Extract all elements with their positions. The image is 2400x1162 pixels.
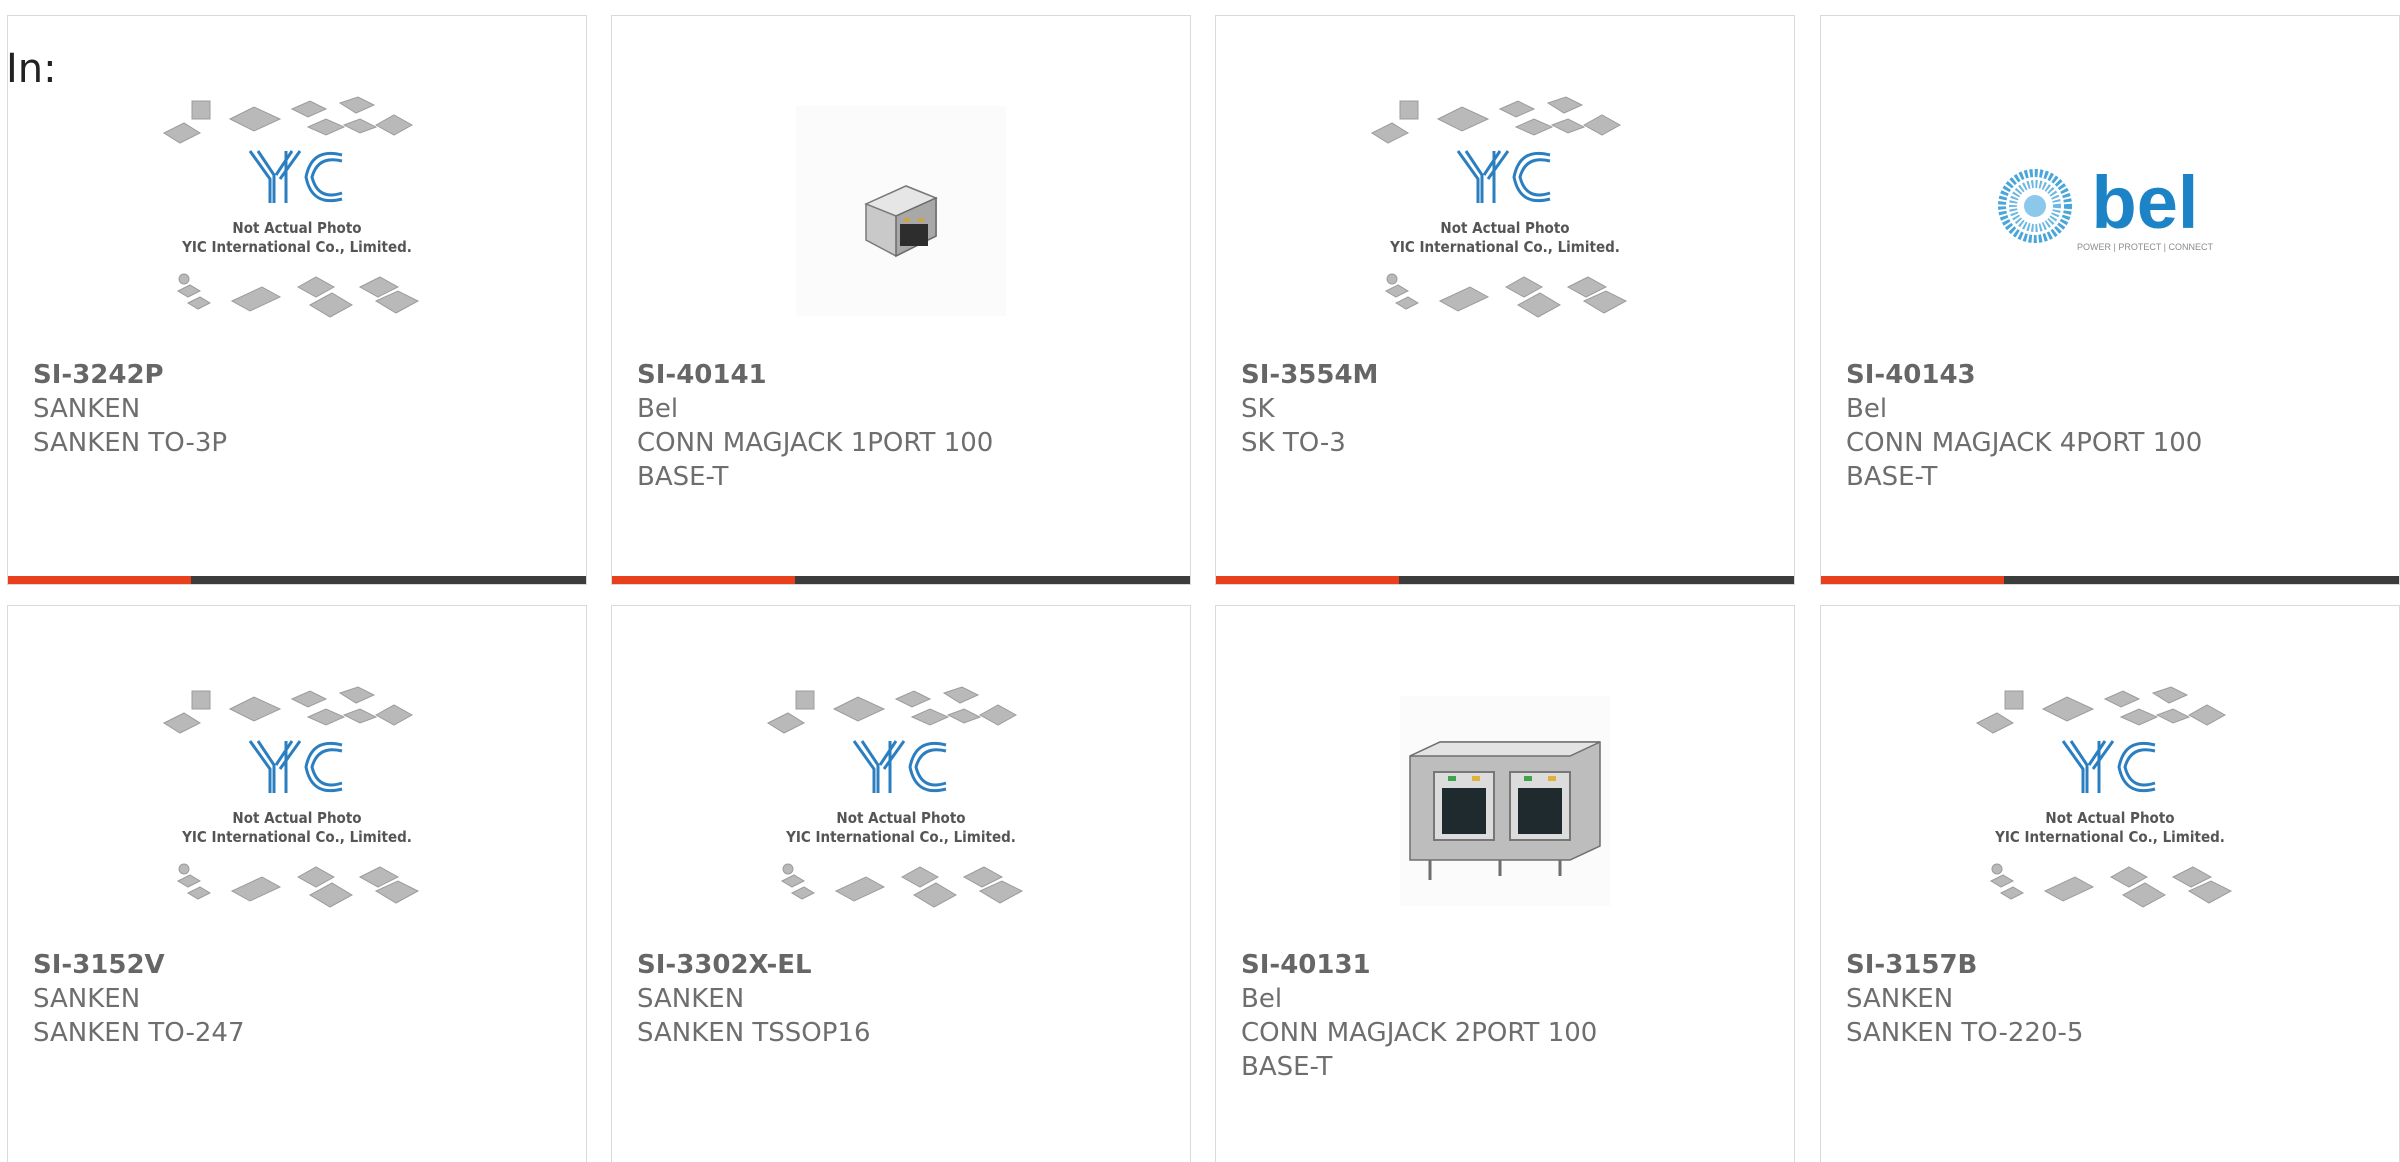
part-number[interactable]: SI-3302X-EL <box>637 948 1157 982</box>
manufacturer: SANKEN <box>33 984 141 1014</box>
product-description: SANKEN TO-247 <box>33 1018 245 1048</box>
placeholder-line1: Not Actual Photo <box>232 809 361 827</box>
card-bottom-bar <box>8 576 586 584</box>
yic-placeholder-icon: Not Actual Photo YIC International Co., … <box>1975 686 2233 908</box>
magjack-2port-photo-icon <box>1400 696 1610 906</box>
product-card[interactable]: Not Actual Photo YIC International Co., … <box>1215 15 1795 585</box>
product-image-magjack-1port[interactable] <box>612 56 1190 366</box>
placeholder-line1: Not Actual Photo <box>232 219 361 237</box>
placeholder-line1: Not Actual Photo <box>2045 809 2174 827</box>
product-info: SI-3152V SANKEN SANKEN TO-247 <box>33 948 553 1050</box>
product-card[interactable]: Not Actual Photo YIC International Co., … <box>611 605 1191 1162</box>
manufacturer: SANKEN <box>1846 984 1954 1014</box>
card-bottom-bar <box>1821 576 2399 584</box>
bel-logo-icon: bel POWER | PROTECT | CONNECT <box>1998 161 2214 252</box>
card-accent-bar <box>1216 576 1399 584</box>
product-info: SI-40131 Bel CONN MAGJACK 2PORT 100 BASE… <box>1241 948 1761 1084</box>
product-description: SANKEN TO-220-5 <box>1846 1018 2084 1048</box>
product-card[interactable]: bel POWER | PROTECT | CONNECT SI-40143 B… <box>1820 15 2400 585</box>
manufacturer: SK <box>1241 394 1275 424</box>
placeholder-line2: YIC International Co., Limited. <box>785 828 1016 846</box>
part-number[interactable]: SI-3242P <box>33 358 553 392</box>
product-image-yic-placeholder[interactable]: Not Actual Photo YIC International Co., … <box>8 646 586 956</box>
manufacturer: Bel <box>1241 984 1283 1014</box>
product-image-magjack-2port[interactable] <box>1216 646 1794 956</box>
product-info: SI-40143 Bel CONN MAGJACK 4PORT 100 BASE… <box>1846 358 2366 494</box>
product-card[interactable]: SI-40141 Bel CONN MAGJACK 1PORT 100 BASE… <box>611 15 1191 585</box>
card-bottom-bar <box>612 576 1190 584</box>
product-description: CONN MAGJACK 2PORT 100 BASE-T <box>1241 1018 1598 1082</box>
part-number[interactable]: SI-40141 <box>637 358 1157 392</box>
page: In: Not Actual Photo YIC International C… <box>0 0 2400 1162</box>
placeholder-line2: YIC International Co., Limited. <box>1994 828 2225 846</box>
placeholder-line1: Not Actual Photo <box>1440 219 1569 237</box>
product-image-bel-logo[interactable]: bel POWER | PROTECT | CONNECT <box>1821 56 2399 366</box>
card-accent-bar <box>1821 576 2004 584</box>
yic-placeholder-icon: Not Actual Photo YIC International Co., … <box>1370 96 1628 318</box>
card-accent-bar <box>612 576 795 584</box>
bel-tagline: POWER | PROTECT | CONNECT <box>2077 242 2214 252</box>
manufacturer: Bel <box>1846 394 1888 424</box>
product-card[interactable]: Not Actual Photo YIC International Co., … <box>1820 605 2400 1162</box>
product-info: SI-3242P SANKEN SANKEN TO-3P <box>33 358 553 460</box>
product-image-yic-placeholder[interactable]: Not Actual Photo YIC International Co., … <box>1821 646 2399 956</box>
magjack-1port-photo-icon <box>796 106 1006 316</box>
product-description: SANKEN TSSOP16 <box>637 1018 871 1048</box>
product-description: SK TO-3 <box>1241 428 1346 458</box>
product-description: CONN MAGJACK 4PORT 100 BASE-T <box>1846 428 2203 492</box>
part-number[interactable]: SI-3554M <box>1241 358 1761 392</box>
product-grid: Not Actual Photo YIC International Co., … <box>0 0 2400 1162</box>
product-image-yic-placeholder[interactable]: Not Actual Photo YIC International Co., … <box>8 56 586 366</box>
placeholder-line2: YIC International Co., Limited. <box>181 238 412 256</box>
yic-placeholder-icon: Not Actual Photo YIC International Co., … <box>162 96 420 318</box>
product-info: SI-40141 Bel CONN MAGJACK 1PORT 100 BASE… <box>637 358 1157 494</box>
product-description: SANKEN TO-3P <box>33 428 228 458</box>
placeholder-line1: Not Actual Photo <box>836 809 965 827</box>
part-number[interactable]: SI-3152V <box>33 948 553 982</box>
product-description: CONN MAGJACK 1PORT 100 BASE-T <box>637 428 994 492</box>
product-image-yic-placeholder[interactable]: Not Actual Photo YIC International Co., … <box>612 646 1190 956</box>
bel-wordmark: bel <box>2092 161 2199 244</box>
manufacturer: SANKEN <box>33 394 141 424</box>
product-info: SI-3302X-EL SANKEN SANKEN TSSOP16 <box>637 948 1157 1050</box>
yic-placeholder-icon: Not Actual Photo YIC International Co., … <box>766 686 1024 908</box>
product-info: SI-3157B SANKEN SANKEN TO-220-5 <box>1846 948 2366 1050</box>
product-card[interactable]: Not Actual Photo YIC International Co., … <box>7 605 587 1162</box>
yic-placeholder-icon: Not Actual Photo YIC International Co., … <box>162 686 420 908</box>
part-number[interactable]: SI-40131 <box>1241 948 1761 982</box>
product-image-yic-placeholder[interactable]: Not Actual Photo YIC International Co., … <box>1216 56 1794 366</box>
card-accent-bar <box>8 576 191 584</box>
product-card[interactable]: SI-40131 Bel CONN MAGJACK 2PORT 100 BASE… <box>1215 605 1795 1162</box>
in-label: In: <box>6 46 57 92</box>
part-number[interactable]: SI-40143 <box>1846 358 2366 392</box>
product-card[interactable]: Not Actual Photo YIC International Co., … <box>7 15 587 585</box>
placeholder-line2: YIC International Co., Limited. <box>1389 238 1620 256</box>
card-bottom-bar <box>1216 576 1794 584</box>
manufacturer: SANKEN <box>637 984 745 1014</box>
manufacturer: Bel <box>637 394 679 424</box>
placeholder-line2: YIC International Co., Limited. <box>181 828 412 846</box>
product-info: SI-3554M SK SK TO-3 <box>1241 358 1761 460</box>
part-number[interactable]: SI-3157B <box>1846 948 2366 982</box>
